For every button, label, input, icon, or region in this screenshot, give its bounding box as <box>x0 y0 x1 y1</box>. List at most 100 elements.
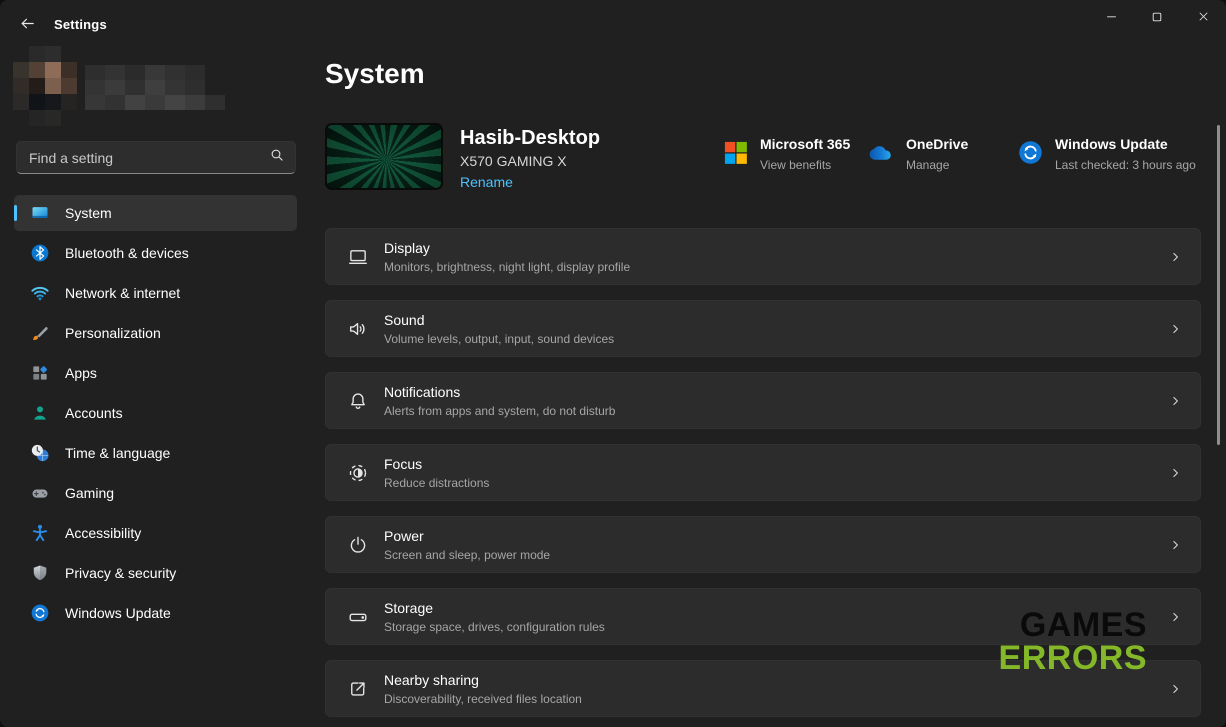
display-icon <box>347 246 369 268</box>
status-title: Windows Update <box>1055 136 1196 152</box>
minimize-icon <box>1104 9 1119 27</box>
settings-row-notifications[interactable]: NotificationsAlerts from apps and system… <box>325 372 1201 429</box>
storage-icon <box>347 606 369 628</box>
settings-row-title: Power <box>384 528 550 544</box>
sidebar-item-windows-update[interactable]: Windows Update <box>14 595 297 631</box>
settings-row-focus[interactable]: Focus Reduce distractions <box>325 444 1201 501</box>
status-text: OneDriveManage <box>906 136 968 172</box>
sidebar-item-gaming[interactable]: Gaming <box>14 475 297 511</box>
gaming-icon <box>30 483 50 503</box>
settings-row-subtitle: Storage space, drives, configuration rul… <box>384 620 605 634</box>
sidebar-item-time-language[interactable]: Time & language <box>14 435 297 471</box>
settings-row-title: Sound <box>384 312 614 328</box>
settings-row-title: Display <box>384 240 630 256</box>
device-info: Hasib-Desktop X570 GAMING X Rename <box>460 127 600 192</box>
settings-row-text: Focus Reduce distractions <box>384 456 489 490</box>
sidebar-item-personalization[interactable]: Personalization <box>14 315 297 351</box>
sound-icon <box>347 318 369 340</box>
sidebar-item-accessibility[interactable]: Accessibility <box>14 515 297 551</box>
sidebar-item-label: Network & internet <box>65 285 180 301</box>
search-icon <box>269 147 285 168</box>
back-button[interactable] <box>12 12 42 38</box>
back-arrow-icon <box>19 15 36 35</box>
windows-update-icon <box>1017 139 1044 166</box>
apps-icon <box>30 363 50 383</box>
chevron-right-icon <box>1169 466 1182 479</box>
settings-row-subtitle: Discoverability, received files location <box>384 692 582 706</box>
bluetooth-icon <box>30 243 50 263</box>
status-subtitle: Last checked: 3 hours ago <box>1055 158 1196 172</box>
settings-row-power[interactable]: Power Screen and sleep, power mode <box>325 516 1201 573</box>
sidebar-item-system[interactable]: System <box>14 195 297 231</box>
status-title: Microsoft 365 <box>760 136 850 152</box>
sidebar-item-label: Accessibility <box>65 525 141 541</box>
sidebar-item-label: Bluetooth & devices <box>65 245 189 261</box>
rename-link[interactable]: Rename <box>460 174 513 190</box>
settings-row-title: Focus <box>384 456 489 472</box>
sidebar-item-accounts[interactable]: Accounts <box>14 395 297 431</box>
sidebar-item-label: Gaming <box>65 485 114 501</box>
titlebar: Settings <box>0 0 1226 48</box>
scrollbar-thumb[interactable] <box>1217 125 1220 445</box>
settings-row-title: Nearby sharing <box>384 672 582 688</box>
minimize-button[interactable] <box>1088 0 1134 36</box>
maximize-icon <box>1150 10 1164 27</box>
sidebar-item-network-internet[interactable]: Network & internet <box>14 275 297 311</box>
status-text: Windows Update Last checked: 3 hours ago <box>1055 136 1196 172</box>
sidebar-navigation: System Bluetooth & devices Network & inter… <box>14 195 297 635</box>
user-avatar-pixelated <box>13 46 77 126</box>
page-title: System <box>325 58 425 90</box>
status-microsoft-365[interactable]: Microsoft 365 View benefits <box>722 136 850 172</box>
sidebar-item-label: Privacy & security <box>65 565 176 581</box>
settings-row-text: Storage Storage space, drives, configurat… <box>384 600 605 634</box>
settings-row-nearby-sharing[interactable]: Nearby sharing Discoverability, received … <box>325 660 1201 717</box>
privacy-security-icon <box>30 563 50 583</box>
settings-row-title: Notifications <box>384 384 615 400</box>
status-subtitle: Manage <box>906 158 968 172</box>
settings-row-storage[interactable]: Storage Storage space, drives, configurat… <box>325 588 1201 645</box>
close-button[interactable] <box>1180 0 1226 36</box>
status-text: Microsoft 365 View benefits <box>760 136 850 172</box>
time-language-icon <box>30 443 50 463</box>
nearby-sharing-icon <box>347 678 369 700</box>
user-profile[interactable] <box>13 46 243 130</box>
status-onedrive[interactable]: OneDriveManage <box>868 136 968 172</box>
sidebar-item-label: Windows Update <box>65 605 171 621</box>
sidebar-item-privacy-security[interactable]: Privacy & security <box>14 555 297 591</box>
search-input[interactable] <box>29 150 269 166</box>
onedrive-icon <box>868 139 895 166</box>
device-name: Hasib-Desktop <box>460 127 600 150</box>
sidebar-item-bluetooth-devices[interactable]: Bluetooth & devices <box>14 235 297 271</box>
settings-row-subtitle: Reduce distractions <box>384 476 489 490</box>
network-icon <box>30 283 50 303</box>
chevron-right-icon <box>1169 538 1182 551</box>
maximize-button[interactable] <box>1134 0 1180 36</box>
settings-row-text: NotificationsAlerts from apps and system… <box>384 384 615 418</box>
settings-row-sound[interactable]: SoundVolume levels, output, input, sound… <box>325 300 1201 357</box>
sidebar-item-label: Apps <box>65 365 97 381</box>
settings-window: Settings System Bluetooth & devices Networ… <box>0 0 1226 727</box>
settings-row-title: Storage <box>384 600 605 616</box>
device-wallpaper-thumbnail <box>325 123 443 190</box>
status-subtitle: View benefits <box>760 158 850 172</box>
accessibility-icon <box>30 523 50 543</box>
status-windows-update[interactable]: Windows Update Last checked: 3 hours ago <box>1017 136 1196 172</box>
settings-row-text: Power Screen and sleep, power mode <box>384 528 550 562</box>
window-controls <box>1088 0 1226 36</box>
focus-icon <box>347 462 369 484</box>
system-icon <box>30 203 50 223</box>
settings-row-subtitle: Screen and sleep, power mode <box>384 548 550 562</box>
windows-update-icon <box>30 603 50 623</box>
user-name-pixelated <box>85 65 225 110</box>
settings-row-text: Nearby sharing Discoverability, received … <box>384 672 582 706</box>
accounts-icon <box>30 403 50 423</box>
settings-row-display[interactable]: Display Monitors, brightness, night light… <box>325 228 1201 285</box>
settings-row-subtitle: Monitors, brightness, night light, displ… <box>384 260 630 274</box>
sidebar-item-label: Time & language <box>65 445 170 461</box>
sidebar-item-apps[interactable]: Apps <box>14 355 297 391</box>
sidebar-item-label: Personalization <box>65 325 161 341</box>
sidebar-item-label: System <box>65 205 112 221</box>
settings-row-text: SoundVolume levels, output, input, sound… <box>384 312 614 346</box>
settings-list: Display Monitors, brightness, night light… <box>325 228 1201 727</box>
device-header: Hasib-Desktop X570 GAMING X Rename Micro… <box>325 123 1201 190</box>
